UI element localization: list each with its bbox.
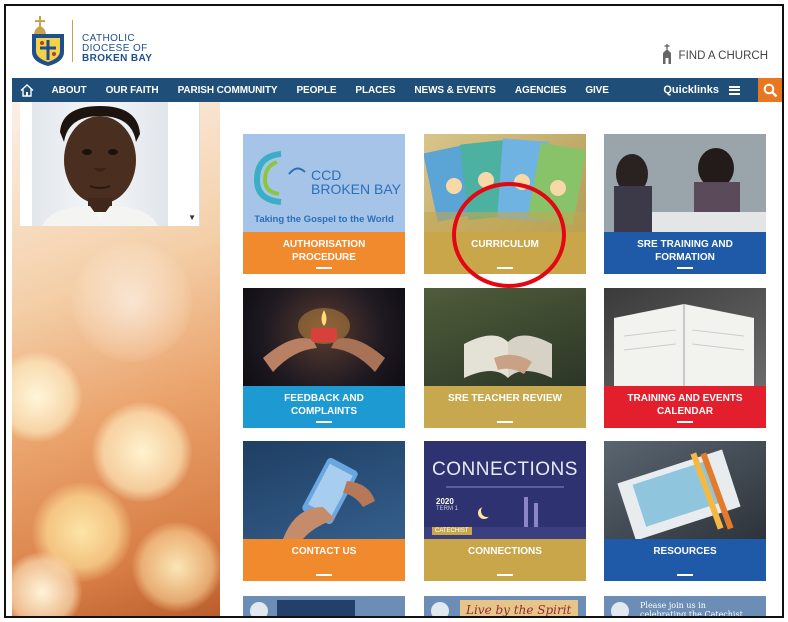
quicklinks-menu[interactable]: Quicklinks bbox=[663, 84, 758, 96]
portrait-image bbox=[32, 102, 168, 226]
open-book-image bbox=[424, 288, 586, 386]
find-a-church-label: FIND A CHURCH bbox=[678, 49, 768, 62]
nav-give[interactable]: GIVE bbox=[576, 85, 619, 96]
hamburger-icon bbox=[729, 85, 740, 95]
portrait-widget: ▼ bbox=[20, 102, 200, 226]
tile-feedback-complaints[interactable]: FEEDBACK AND COMPLAINTS bbox=[243, 288, 405, 428]
candle-hands-image bbox=[243, 288, 405, 386]
scroll-down-icon[interactable]: ▼ bbox=[188, 213, 196, 222]
tile-dash bbox=[677, 421, 693, 423]
main-navigation: ABOUT OUR FAITH PARISH COMMUNITY PEOPLE … bbox=[12, 78, 782, 102]
phone-hands-image bbox=[243, 441, 405, 539]
connections-year: 2020 bbox=[436, 497, 454, 506]
tile-contact-us[interactable]: CONTACT US bbox=[243, 441, 405, 581]
tile-connections[interactable]: CONNECTIONS 2020 TERM 1 CATECHIST CONNEC… bbox=[424, 441, 586, 581]
tile-dash bbox=[316, 267, 332, 269]
diary-image bbox=[604, 288, 766, 386]
search-button[interactable] bbox=[758, 78, 782, 102]
resources-books-image bbox=[604, 441, 766, 539]
sidebar-background: ▼ bbox=[12, 102, 220, 616]
banner-tile-right[interactable]: Please join us in celebrating the Catech… bbox=[604, 596, 766, 618]
logo-divider bbox=[72, 20, 73, 62]
nav-people[interactable]: PEOPLE bbox=[287, 85, 346, 96]
live-by-spirit-text: Live by the Spirit bbox=[466, 603, 572, 617]
tile-training-events-calendar[interactable]: TRAINING AND EVENTS CALENDAR bbox=[604, 288, 766, 428]
tile-dash bbox=[316, 421, 332, 423]
connections-term: TERM 1 bbox=[436, 506, 459, 512]
ccd-logo-image: CCD BROKEN BAY Taking the Gospel to the … bbox=[243, 134, 405, 232]
tile-dash bbox=[497, 574, 513, 576]
catechist-mission-text: Please join us in celebrating the Catech… bbox=[640, 601, 743, 618]
students-image bbox=[604, 134, 766, 232]
find-a-church-link[interactable]: FIND A CHURCH bbox=[661, 44, 768, 67]
highlight-circle-annotation bbox=[452, 182, 566, 288]
ccd-title: CCD BROKEN BAY bbox=[311, 167, 401, 197]
banner-tile-middle[interactable]: Live by the Spirit bbox=[424, 596, 586, 617]
connections-badge: CATECHIST bbox=[432, 527, 472, 535]
search-icon bbox=[763, 83, 777, 97]
nav-places[interactable]: PLACES bbox=[346, 85, 405, 96]
tile-dash bbox=[497, 421, 513, 423]
tile-sre-teacher-review[interactable]: SRE TEACHER REVIEW bbox=[424, 288, 586, 428]
nav-our-faith[interactable]: OUR FAITH bbox=[96, 85, 168, 96]
tile-dash bbox=[677, 267, 693, 269]
site-header: CATHOLIC DIOCESE OF BROKEN BAY FIND A CH… bbox=[6, 6, 782, 78]
connections-cover-image: CONNECTIONS 2020 TERM 1 CATECHIST bbox=[424, 441, 586, 539]
nav-agencies[interactable]: AGENCIES bbox=[505, 85, 575, 96]
nav-about[interactable]: ABOUT bbox=[42, 85, 96, 96]
ccd-tagline: Taking the Gospel to the World bbox=[254, 214, 394, 225]
tile-dash bbox=[316, 574, 332, 576]
quicklinks-label: Quicklinks bbox=[663, 84, 719, 96]
tile-sre-training-formation[interactable]: SRE TRAINING AND FORMATION bbox=[604, 134, 766, 274]
browser-frame: CATHOLIC DIOCESE OF BROKEN BAY FIND A CH… bbox=[4, 4, 784, 618]
nav-parish-community[interactable]: PARISH COMMUNITY bbox=[168, 85, 287, 96]
logo-line-3: BROKEN BAY bbox=[82, 53, 153, 64]
tile-resources[interactable]: RESOURCES bbox=[604, 441, 766, 581]
home-icon[interactable] bbox=[12, 78, 42, 102]
diocese-name[interactable]: CATHOLIC DIOCESE OF BROKEN BAY bbox=[82, 34, 152, 64]
tile-dash bbox=[677, 574, 693, 576]
diocese-crest-logo[interactable] bbox=[28, 14, 74, 68]
nav-news-events[interactable]: NEWS & EVENTS bbox=[405, 85, 506, 96]
tile-authorisation-procedure[interactable]: CCD BROKEN BAY Taking the Gospel to the … bbox=[243, 134, 405, 274]
banner-tile-left[interactable] bbox=[243, 596, 405, 616]
church-icon bbox=[661, 44, 673, 67]
